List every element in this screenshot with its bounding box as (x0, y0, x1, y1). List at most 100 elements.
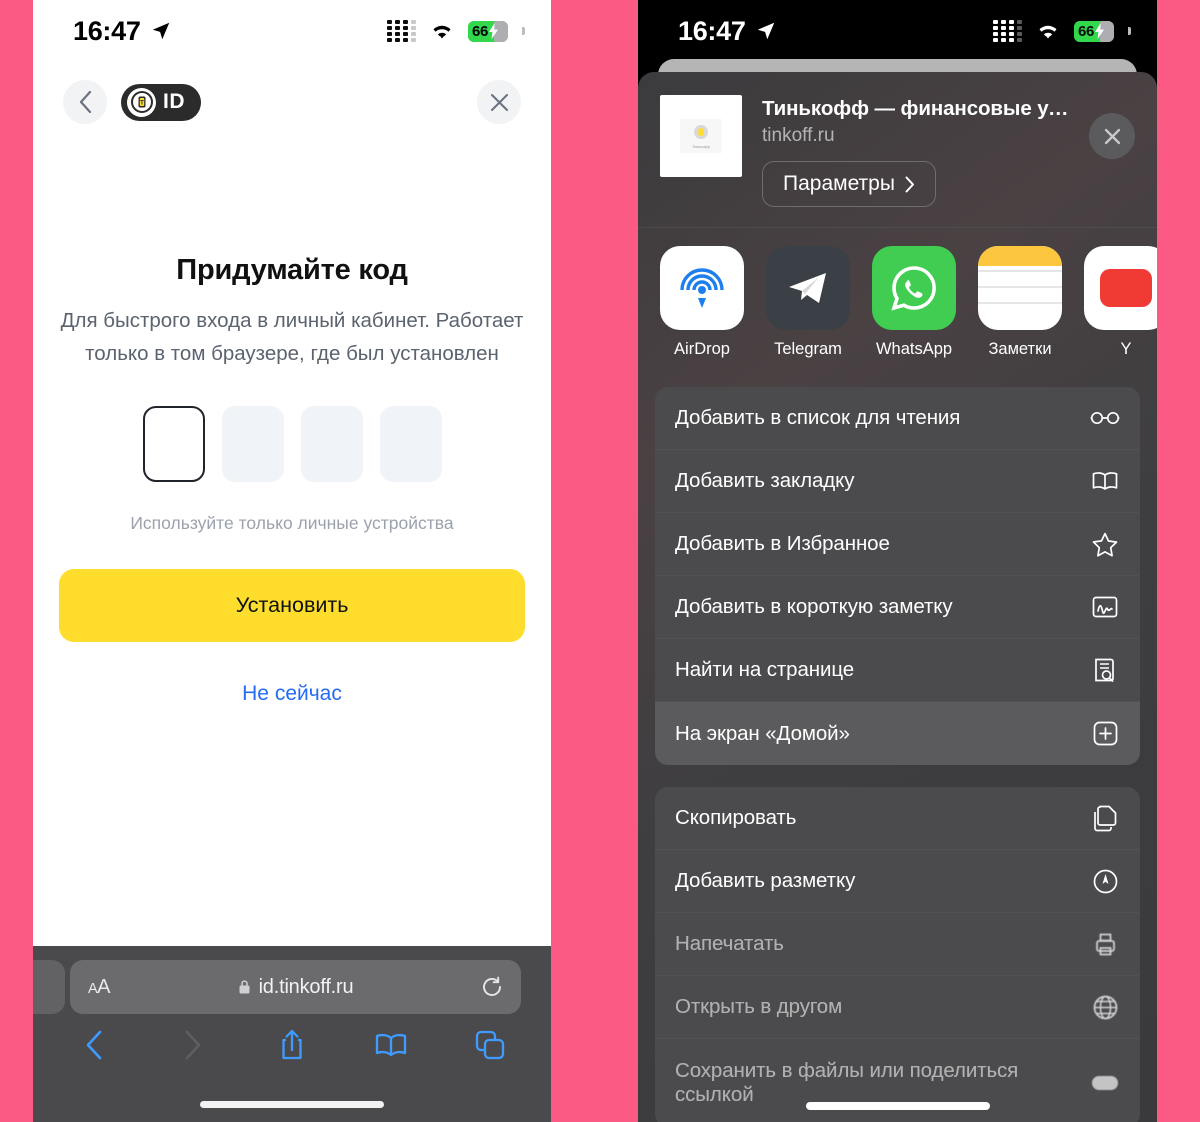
location-arrow-icon (757, 22, 774, 40)
left-phone-screen: 16:47 66 Т ID Придумайте код Для быстрог… (33, 0, 551, 1122)
bolt-icon (1094, 23, 1104, 39)
site-domain: tinkoff.ru (762, 125, 835, 146)
reload-icon[interactable] (481, 976, 503, 998)
menu-item-label: Открыть в другом (675, 995, 1090, 1019)
share-app-label: Y (1120, 340, 1132, 358)
params-button[interactable]: Параметры (762, 161, 936, 207)
safari-forward-button[interactable] (176, 1028, 210, 1062)
close-button[interactable] (477, 80, 521, 124)
share-sheet: Тинькофф Тинькофф — финансовые услуги...… (638, 72, 1157, 1122)
close-x-icon (1104, 128, 1120, 144)
share-menu-group-1: Добавить в список для чтения Добавить за… (655, 387, 1140, 765)
menu-item-label: Добавить в Избранное (675, 532, 890, 555)
cellular-signal-icon (993, 20, 1022, 42)
share-app-notes[interactable]: Заметки (978, 246, 1062, 359)
safari-share-button[interactable] (275, 1028, 309, 1062)
page-subtitle: Для быстрого входа в личный кабинет. Раб… (60, 309, 524, 365)
back-button[interactable] (63, 80, 107, 124)
battery-percent: 66 (472, 22, 488, 40)
right-status-bar: 16:47 66 (638, 0, 1157, 62)
globe-icon (1090, 992, 1120, 1022)
site-title: Тинькофф — финансовые услуги... (762, 97, 1069, 120)
airdrop-icon (660, 246, 744, 330)
brand-pill: Т ID (121, 83, 201, 121)
code-digit-1[interactable] (142, 406, 205, 482)
code-setup-content: Придумайте код Для быстрого входа в личн… (33, 142, 551, 706)
close-share-sheet-button[interactable] (1089, 113, 1135, 159)
share-app-youtube[interactable]: Y (1084, 246, 1157, 359)
page-zoom-button[interactable]: AA (88, 975, 111, 999)
telegram-icon (766, 246, 850, 330)
safari-bookmarks-button[interactable] (374, 1028, 408, 1062)
status-time-group: 16:47 (678, 16, 777, 47)
share-app-telegram[interactable]: Telegram (766, 246, 850, 359)
menu-item-quick-note[interactable]: Добавить в короткую заметку (655, 576, 1140, 639)
aa-large: A (97, 975, 111, 998)
pill-icon (1090, 1068, 1120, 1098)
page-title: Придумайте код (176, 254, 408, 286)
chevron-left-icon (86, 1030, 102, 1060)
code-hint: Используйте только личные устройства (130, 513, 454, 533)
chevron-left-icon (79, 91, 91, 113)
menu-item-add-favorite[interactable]: Добавить в Избранное (655, 513, 1140, 576)
safari-tab-strip: AA id.tinkoff.ru (33, 946, 551, 1016)
menu-item-obscured-2[interactable]: Открыть в другом (655, 976, 1140, 1039)
whatsapp-icon (872, 246, 956, 330)
menu-item-label: На экран «Домой» (675, 721, 850, 745)
battery-cap (522, 27, 525, 35)
home-indicator (200, 1101, 384, 1108)
site-thumbnail-inner: Тинькофф (680, 119, 722, 153)
share-app-label: Telegram (774, 340, 842, 358)
params-label: Параметры (783, 172, 895, 195)
book-icon (1090, 466, 1120, 496)
menu-item-label: Скопировать (675, 806, 797, 829)
thumbnail-caption: Тинькофф (692, 145, 710, 149)
code-digit-3[interactable] (300, 406, 363, 482)
chevron-right-icon (905, 176, 914, 192)
svg-text:Т: Т (140, 99, 144, 106)
menu-item-add-to-home-screen[interactable]: На экран «Домой» (655, 702, 1140, 765)
menu-item-label: Найти на странице (675, 658, 855, 681)
share-app-airdrop[interactable]: AirDrop (660, 246, 744, 359)
safari-back-button[interactable] (77, 1028, 111, 1062)
menu-item-reading-list[interactable]: Добавить в список для чтения (655, 387, 1140, 450)
bolt-icon (488, 23, 498, 39)
install-button[interactable]: Установить (59, 569, 525, 642)
battery-percent: 66 (1078, 22, 1094, 40)
status-time-group: 16:47 (73, 16, 172, 47)
wifi-icon (433, 25, 451, 39)
tinkoff-shield-icon (694, 125, 708, 139)
menu-item-copy[interactable]: Скопировать (655, 787, 1140, 850)
safari-tabs-button[interactable] (473, 1028, 507, 1062)
share-apps-row: AirDrop Telegram WhatsApp Заметки Y (638, 228, 1157, 365)
menu-item-label: Добавить закладку (675, 469, 855, 492)
menu-item-markup[interactable]: Добавить разметку (655, 850, 1140, 913)
code-digit-2[interactable] (221, 406, 284, 482)
status-time: 16:47 (678, 15, 746, 46)
right-phone-screen: 16:47 66 Тинькофф Тинькофф — финансовые … (638, 0, 1157, 1122)
share-sheet-meta: Тинькофф — финансовые услуги... tinkoff.… (762, 95, 1069, 207)
add-to-home-icon (1090, 719, 1120, 749)
find-on-page-icon (1090, 655, 1120, 685)
share-icon (282, 1029, 302, 1060)
status-time: 16:47 (73, 15, 141, 46)
share-app-whatsapp[interactable]: WhatsApp (872, 246, 956, 359)
previous-tab-peek[interactable] (33, 960, 65, 1014)
lock-icon (239, 980, 250, 994)
status-indicators: 66 (387, 20, 525, 42)
url-center: id.tinkoff.ru (110, 976, 481, 999)
battery-indicator: 66 (468, 20, 508, 42)
code-input-row[interactable] (33, 406, 551, 482)
close-x-icon (490, 93, 508, 111)
address-bar[interactable]: AA id.tinkoff.ru (70, 960, 521, 1014)
code-digit-4[interactable] (379, 406, 442, 482)
markup-icon (1090, 866, 1120, 896)
share-app-label: AirDrop (674, 340, 730, 358)
location-arrow-icon (152, 22, 169, 40)
menu-item-add-bookmark[interactable]: Добавить закладку (655, 450, 1140, 513)
not-now-link[interactable]: Не сейчас (33, 682, 551, 706)
share-app-label: Заметки (988, 340, 1052, 358)
page-nav-row: Т ID (33, 62, 551, 142)
menu-item-obscured-1[interactable]: Напечатать (655, 913, 1140, 976)
menu-item-find-on-page[interactable]: Найти на странице (655, 639, 1140, 702)
